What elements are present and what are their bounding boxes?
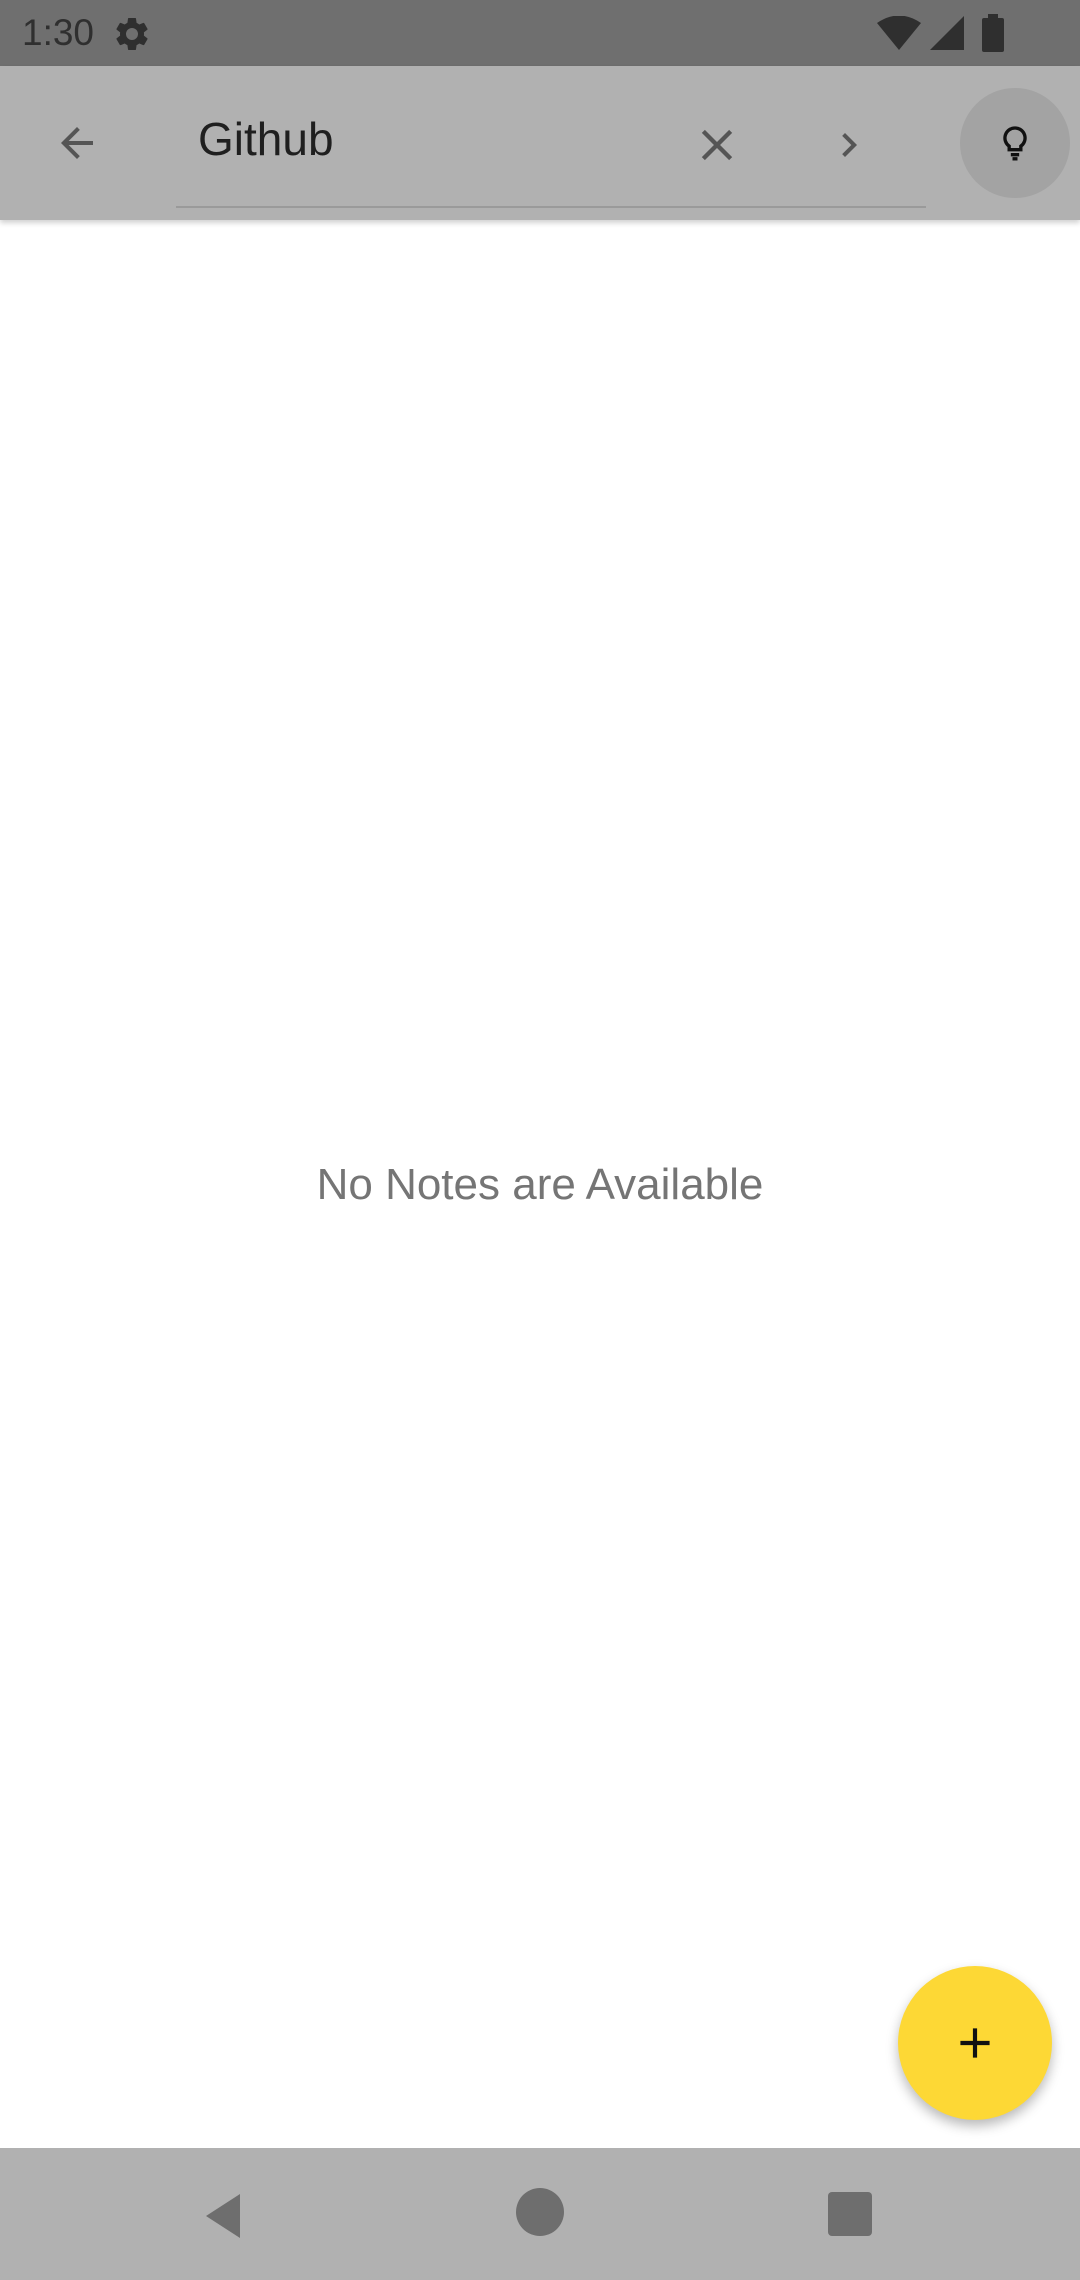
clear-search-button[interactable]	[680, 108, 754, 182]
wifi-icon	[877, 16, 921, 50]
lightbulb-button[interactable]	[960, 88, 1070, 198]
next-result-button[interactable]	[812, 108, 886, 182]
search-underline	[176, 206, 926, 208]
recents-square-icon[interactable]	[828, 2192, 872, 2236]
back-triangle-icon[interactable]	[200, 2190, 252, 2242]
search-toolbar	[0, 66, 1080, 220]
lightbulb-icon	[1003, 126, 1027, 161]
system-nav-bar	[0, 2148, 1080, 2280]
back-button[interactable]	[40, 106, 114, 180]
add-note-button[interactable]	[898, 1966, 1052, 2120]
status-bar: 1:30	[0, 0, 1080, 66]
cellular-signal-icon	[930, 16, 964, 50]
plus-icon	[960, 2028, 990, 2058]
arrow-left-icon	[61, 127, 93, 159]
close-icon	[701, 129, 733, 161]
search-input[interactable]	[198, 106, 658, 172]
empty-state-message: No Notes are Available	[316, 1160, 764, 1209]
gear-icon	[116, 17, 148, 50]
home-circle-icon[interactable]	[516, 2188, 564, 2236]
battery-icon	[982, 14, 1004, 52]
chevron-right-icon	[842, 133, 857, 157]
status-time: 1:30	[22, 12, 95, 53]
